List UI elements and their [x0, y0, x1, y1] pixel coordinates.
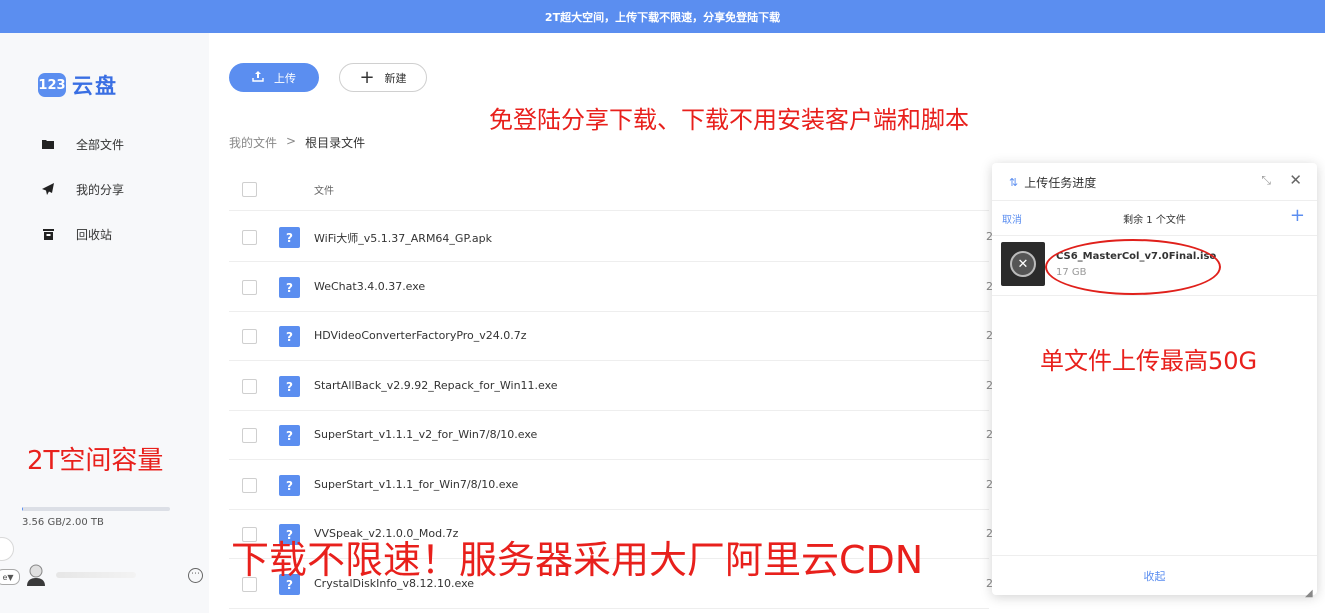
file-name[interactable]: SuperStart_v1.1.1_for_Win7/8/10.exe [314, 478, 518, 491]
unknown-file-icon: ? [279, 227, 300, 248]
sidebar-item-label: 全部文件 [76, 137, 125, 152]
logo-text: 云盘 [72, 74, 118, 98]
username [56, 572, 136, 578]
annotation-left: 2T空间容量 [27, 446, 164, 476]
plus-icon: + [359, 66, 375, 88]
sidebar-item-label: 回收站 [76, 227, 113, 242]
language-selector[interactable]: e▼ [0, 569, 20, 585]
trash-icon [40, 226, 56, 242]
unknown-file-icon: ? [279, 425, 300, 446]
sidebar-item-trash[interactable]: 回收站 [40, 222, 112, 246]
row-checkbox[interactable] [242, 230, 257, 245]
new-button[interactable]: + 新建 [339, 63, 427, 92]
sidebar-item-label: 我的分享 [76, 182, 125, 197]
upload-button[interactable]: 上传 [229, 63, 319, 92]
sidebar-item-my-shares[interactable]: 我的分享 [40, 177, 124, 201]
minimize-icon[interactable]: ⤡ [1261, 173, 1271, 188]
upload-icon [252, 70, 264, 85]
storage-progress-fill [22, 507, 24, 511]
row-checkbox[interactable] [242, 329, 257, 344]
table-row[interactable]: ? SuperStart_v1.1.1_for_Win7/8/10.exe 2 [229, 460, 993, 510]
file-name[interactable]: HDVideoConverterFactoryPro_v24.0.7z [314, 329, 527, 342]
panel-title-text: 上传任务进度 [1024, 176, 1097, 190]
avatar[interactable] [26, 564, 46, 586]
table-row[interactable]: ? HDVideoConverterFactoryPro_v24.0.7z 2 [229, 311, 993, 361]
row-checkbox[interactable] [242, 428, 257, 443]
close-icon[interactable]: ✕ [1289, 171, 1302, 189]
remaining-count: 剩余 1 个文件 [1123, 215, 1186, 226]
select-all-checkbox[interactable] [242, 182, 257, 197]
storage-usage-text: 3.56 GB/2.00 TB [22, 517, 104, 528]
file-name[interactable]: SuperStart_v1.1.1_v2_for_Win7/8/10.exe [314, 428, 537, 441]
highlight-ellipse [1045, 239, 1221, 295]
more-options-icon[interactable]: ⋯ [188, 568, 203, 583]
file-name[interactable]: StartAllBack_v2.9.92_Repack_for_Win11.ex… [314, 379, 558, 392]
logo[interactable]: 123 云盘 [38, 70, 118, 100]
unknown-file-icon: ? [279, 326, 300, 347]
unknown-file-icon: ? [279, 277, 300, 298]
file-name[interactable]: WiFi大师_v5.1.37_ARM64_GP.apk [314, 230, 492, 246]
breadcrumb-root[interactable]: 我的文件 [229, 134, 277, 151]
row-checkbox[interactable] [242, 478, 257, 493]
unknown-file-icon: ? [279, 376, 300, 397]
sidebar-item-all-files[interactable]: 全部文件 [40, 132, 124, 156]
folder-icon [40, 136, 56, 152]
upload-progress-panel: ⇅ 上传任务进度 ⤡ ✕ 取消 剩余 1 个文件 + ✕ CS6_MasterC… [992, 163, 1317, 595]
storage-progress-bar [22, 507, 170, 511]
panel-footer: 收起 [992, 555, 1317, 596]
breadcrumb-separator: > [286, 134, 297, 148]
new-label: 新建 [384, 71, 407, 85]
annotation-bottom: 下载不限速！服务器采用大厂阿里云CDN [231, 538, 924, 582]
upload-sort-icon: ⇅ [1009, 176, 1019, 189]
unknown-file-icon: ? [279, 475, 300, 496]
add-file-icon[interactable]: + [1290, 205, 1305, 226]
table-row[interactable]: ? SuperStart_v1.1.1_v2_for_Win7/8/10.exe… [229, 410, 993, 460]
row-checkbox[interactable] [242, 379, 257, 394]
collapse-button[interactable]: 收起 [992, 568, 1317, 584]
share-icon [40, 181, 56, 197]
upload-label: 上传 [274, 71, 296, 85]
resize-grip-icon[interactable]: ◢ [1305, 588, 1313, 599]
side-toggle-button[interactable] [0, 537, 14, 561]
file-name[interactable]: WeChat3.4.0.37.exe [314, 280, 425, 293]
cancel-task-icon[interactable]: ✕ [1010, 251, 1036, 277]
table-header: 文件 [229, 166, 989, 211]
panel-title: ⇅ 上传任务进度 [1009, 174, 1096, 191]
table-row[interactable]: ? WeChat3.4.0.37.exe 2 [229, 262, 993, 312]
panel-subbar: 取消 剩余 1 个文件 + [992, 200, 1317, 236]
annotation-panel: 单文件上传最高50G [1040, 347, 1258, 375]
breadcrumb: 我的文件 > 根目录文件 [229, 134, 365, 151]
table-row[interactable]: ? WiFi大师_v5.1.37_ARM64_GP.apk 2 [229, 212, 993, 262]
breadcrumb-current: 根目录文件 [305, 136, 366, 150]
top-banner: 2T超大空间，上传下载不限速，分享免登陆下载 [0, 0, 1325, 33]
table-row[interactable]: ? StartAllBack_v2.9.92_Repack_for_Win11.… [229, 361, 993, 411]
row-checkbox[interactable] [242, 280, 257, 295]
task-thumbnail: ✕ [1001, 242, 1045, 286]
sidebar: 123 云盘 全部文件 我的分享 回收站 3.56 GB/2.00 TB e▼ … [0, 33, 209, 613]
column-header-file[interactable]: 文件 [314, 182, 334, 197]
banner-text: 2T超大空间，上传下载不限速，分享免登陆下载 [544, 10, 781, 24]
logo-badge: 123 [38, 73, 66, 97]
annotation-top: 免登陆分享下载、下载不用安装客户端和脚本 [489, 106, 969, 134]
